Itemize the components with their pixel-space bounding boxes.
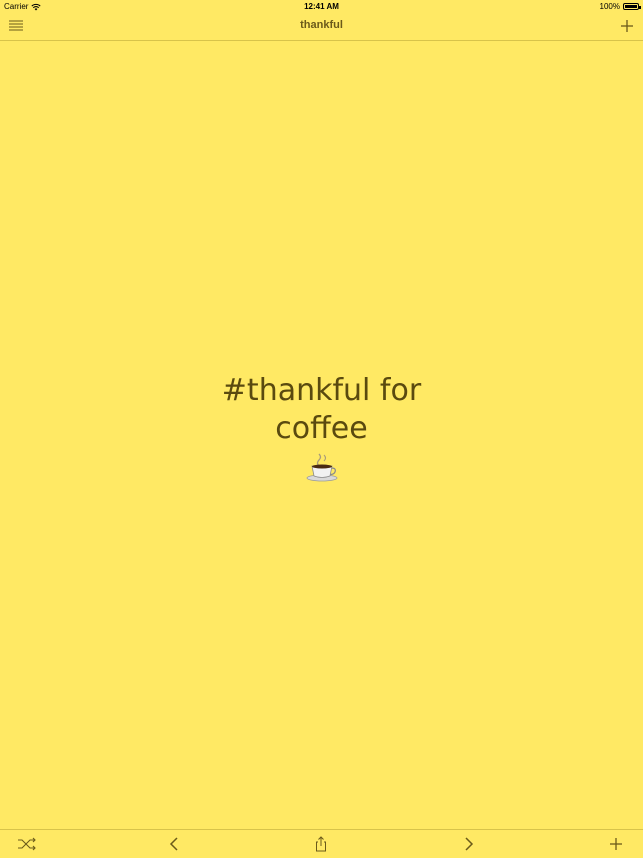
menu-button[interactable]: [7, 18, 25, 34]
thankful-card: #thankful for coffee: [0, 372, 643, 487]
carrier-label: Carrier: [4, 2, 29, 11]
share-button[interactable]: [311, 836, 331, 852]
thankful-text-line-2: coffee: [275, 411, 368, 446]
battery-percentage: 100%: [599, 2, 620, 11]
thankful-text-line-1: #thankful for: [221, 373, 422, 408]
wifi-icon: [31, 3, 42, 10]
plus-icon: [610, 838, 622, 850]
battery-fill: [625, 5, 637, 8]
coffee-cup-emoji: [306, 453, 337, 482]
battery-icon: [623, 3, 641, 10]
app-screen: Carrier 12:41 AM 100% thankful #thankful…: [0, 0, 643, 858]
carrier-group: Carrier: [4, 2, 42, 11]
status-time: 12:41 AM: [304, 2, 339, 11]
thankful-text: #thankful for coffee: [192, 372, 452, 448]
shuffle-icon: [18, 837, 36, 851]
plus-icon: [621, 20, 633, 32]
next-button[interactable]: [459, 836, 479, 852]
navigation-bar: thankful: [0, 13, 643, 41]
previous-button[interactable]: [164, 836, 184, 852]
page-title: thankful: [300, 19, 343, 31]
battery-group: 100%: [599, 2, 641, 11]
share-icon: [316, 836, 326, 852]
chevron-right-icon: [465, 837, 474, 851]
shuffle-button[interactable]: [17, 836, 37, 852]
add-entry-button[interactable]: [606, 836, 626, 852]
hamburger-menu-icon: [9, 20, 23, 31]
add-button[interactable]: [619, 18, 635, 34]
bottom-toolbar: [0, 829, 643, 858]
chevron-left-icon: [169, 837, 178, 851]
status-bar: Carrier 12:41 AM 100%: [0, 0, 643, 13]
